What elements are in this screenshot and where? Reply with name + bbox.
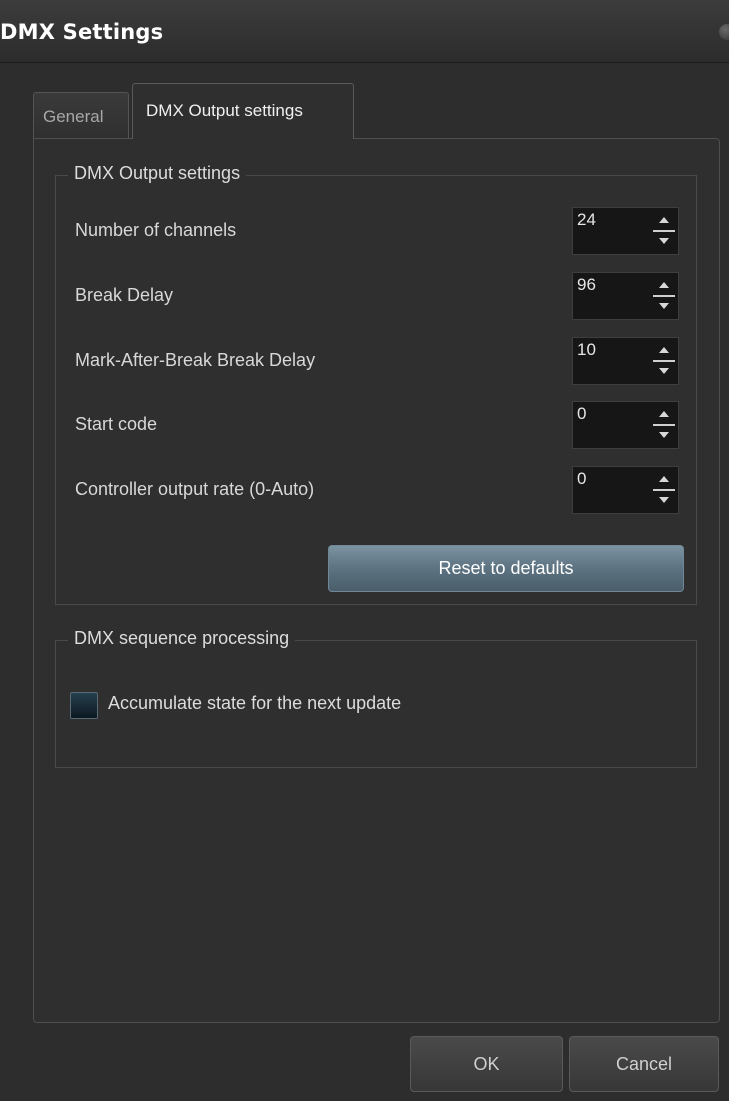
- mark-after-break-spinbox[interactable]: 10: [572, 337, 679, 385]
- tab-dmx-output-settings[interactable]: DMX Output settings: [132, 83, 354, 139]
- number-of-channels-label: Number of channels: [75, 220, 237, 240]
- start-code-value[interactable]: 0: [577, 404, 586, 424]
- dmx-settings-dialog: DMX Settings General DMX Output settings…: [0, 0, 729, 1101]
- title-bar[interactable]: DMX Settings: [0, 0, 729, 63]
- spin-down-icon[interactable]: [652, 232, 676, 250]
- break-delay-value[interactable]: 96: [577, 275, 596, 295]
- controller-output-rate-label: Controller output rate (0-Auto): [75, 479, 315, 499]
- start-code-label: Start code: [75, 414, 158, 434]
- start-code-spinbox[interactable]: 0: [572, 401, 679, 449]
- accumulate-state-checkbox[interactable]: [70, 692, 98, 719]
- spin-up-icon[interactable]: [652, 405, 676, 423]
- spin-down-icon[interactable]: [652, 426, 676, 444]
- reset-to-defaults-button[interactable]: Reset to defaults: [328, 545, 684, 592]
- group-title-output: DMX Output settings: [68, 163, 247, 184]
- mark-after-break-label: Mark-After-Break Break Delay: [75, 350, 316, 370]
- spin-arrows: [652, 405, 676, 445]
- break-delay-spinbox[interactable]: 96: [572, 272, 679, 320]
- spin-arrows: [652, 341, 676, 381]
- ok-button[interactable]: OK: [410, 1036, 563, 1092]
- group-title-sequence: DMX sequence processing: [68, 628, 296, 649]
- spin-down-icon[interactable]: [652, 491, 676, 509]
- tab-dmx-output-settings-label: DMX Output settings: [146, 101, 303, 120]
- spin-down-icon[interactable]: [652, 362, 676, 380]
- spin-down-icon[interactable]: [652, 297, 676, 315]
- spin-up-icon[interactable]: [652, 276, 676, 294]
- accumulate-state-label[interactable]: Accumulate state for the next update: [108, 693, 401, 714]
- tab-general[interactable]: General: [33, 92, 129, 138]
- controller-output-rate-value[interactable]: 0: [577, 469, 586, 489]
- spin-up-icon[interactable]: [652, 211, 676, 229]
- spin-up-icon[interactable]: [652, 470, 676, 488]
- number-of-channels-value[interactable]: 24: [577, 210, 596, 230]
- spin-arrows: [652, 470, 676, 510]
- mark-after-break-value[interactable]: 10: [577, 340, 596, 360]
- spin-arrows: [652, 276, 676, 316]
- spin-arrows: [652, 211, 676, 251]
- window-control-icon[interactable]: [719, 24, 729, 40]
- controller-output-rate-spinbox[interactable]: 0: [572, 466, 679, 514]
- tab-general-label: General: [43, 107, 104, 126]
- number-of-channels-spinbox[interactable]: 24: [572, 207, 679, 255]
- break-delay-label: Break Delay: [75, 285, 174, 305]
- spin-up-icon[interactable]: [652, 341, 676, 359]
- cancel-button[interactable]: Cancel: [569, 1036, 719, 1092]
- window-title: DMX Settings: [0, 20, 164, 44]
